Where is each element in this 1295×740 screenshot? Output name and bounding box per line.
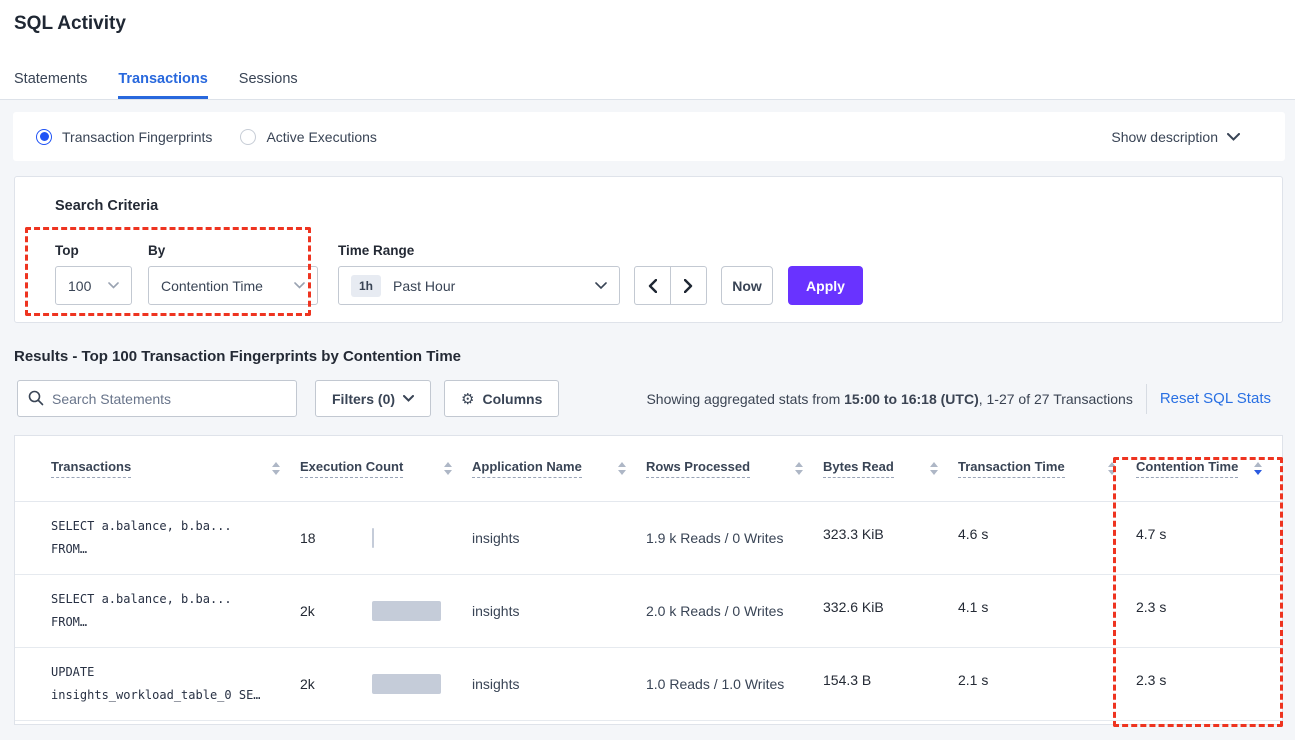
by-label: By [148, 243, 318, 258]
chevron-down-icon [1227, 133, 1240, 141]
results-heading: Results - Top 100 Transaction Fingerprin… [14, 348, 1295, 365]
filters-button[interactable]: Filters (0) [315, 380, 431, 417]
time-range-stepper [634, 266, 707, 305]
application-name-value: insights [472, 501, 646, 574]
execution-count-value: 2k [300, 603, 372, 619]
rows-processed-value: 1.9 k Reads / 0 Writes [646, 501, 823, 574]
time-range-value: Past Hour [393, 278, 455, 294]
prev-time-button[interactable] [634, 266, 671, 305]
results-controls: Filters (0) ⚙ Columns Showing aggregated… [17, 380, 1283, 417]
now-button[interactable]: Now [721, 266, 773, 305]
sort-icon[interactable] [1108, 462, 1116, 475]
contention-time-value: 2.3 s [1136, 672, 1274, 688]
execution-count-bar [372, 601, 482, 621]
sort-icon[interactable] [272, 462, 280, 475]
apply-button[interactable]: Apply [788, 266, 863, 305]
sort-icon[interactable] [930, 462, 938, 475]
execution-count-bar [372, 674, 482, 694]
table-row[interactable]: UPDATEinsights_workload_table_0 SE… 2k i… [15, 647, 1282, 720]
contention-time-value: 4.7 s [1136, 526, 1274, 542]
col-header-rows-processed[interactable]: Rows Processed [646, 436, 823, 501]
transaction-fingerprint-link[interactable]: SELECT a.balance, b.ba...FROM… [51, 588, 292, 632]
transactions-table-card: Transactions Execution Count Application… [14, 435, 1283, 725]
time-range-badge: 1h [351, 275, 381, 297]
chevron-down-icon [294, 282, 305, 289]
radio-unselected-icon[interactable] [240, 129, 256, 145]
col-header-bytes-read[interactable]: Bytes Read [823, 436, 958, 501]
next-time-button[interactable] [670, 266, 707, 305]
application-name-value: insights [472, 574, 646, 647]
chevron-down-icon [403, 395, 414, 402]
divider [1146, 384, 1147, 414]
filters-label: Filters (0) [332, 391, 395, 407]
sort-icon[interactable] [618, 462, 626, 475]
bytes-read-value: 154.3 B [823, 672, 950, 688]
by-select[interactable]: Contention Time [148, 266, 318, 305]
time-range-label: Time Range [338, 243, 620, 258]
col-header-transaction-time[interactable]: Transaction Time [958, 436, 1136, 501]
transaction-time-value: 4.6 s [958, 526, 1128, 542]
search-criteria-card: Search Criteria Top 100 By Contention Ti… [14, 176, 1283, 323]
show-description-label: Show description [1111, 129, 1218, 145]
top-label: Top [55, 243, 132, 258]
time-range-select[interactable]: 1h Past Hour [338, 266, 620, 305]
radio-transaction-fingerprints[interactable]: Transaction Fingerprints [36, 129, 212, 145]
search-statements-input[interactable] [17, 380, 297, 417]
chevron-right-icon [684, 279, 693, 293]
transaction-time-value: 2.1 s [958, 672, 1128, 688]
table-row[interactable]: SELECT a.balance, b.ba...FROM… 18 insigh… [15, 501, 1282, 574]
tab-bar: Statements Transactions Sessions [14, 71, 298, 99]
execution-count-bar [372, 528, 482, 548]
col-header-application-name[interactable]: Application Name [472, 436, 646, 501]
sort-icon[interactable] [795, 462, 803, 475]
columns-button[interactable]: ⚙ Columns [444, 380, 559, 417]
application-name-value: insights [472, 647, 646, 720]
tab-transactions[interactable]: Transactions [118, 71, 207, 99]
sort-icon[interactable] [444, 462, 452, 475]
by-select-value: Contention Time [161, 278, 263, 294]
contention-time-value: 2.3 s [1136, 599, 1274, 615]
tab-statements[interactable]: Statements [14, 71, 87, 99]
col-header-contention-time[interactable]: Contention Time [1136, 436, 1282, 501]
transaction-fingerprint-link[interactable]: UPDATEinsights_workload_table_0 SE… [51, 661, 292, 705]
bytes-read-value: 332.6 KiB [823, 599, 950, 615]
table-header-row: Transactions Execution Count Application… [15, 436, 1282, 501]
chevron-down-icon [108, 282, 119, 289]
radio-selected-icon[interactable] [36, 129, 52, 145]
rows-processed-value: 2.0 k Reads / 0 Writes [646, 574, 823, 647]
time-range-field: Time Range 1h Past Hour [338, 243, 620, 305]
by-field: By Contention Time [148, 243, 318, 305]
radio-label: Transaction Fingerprints [62, 129, 212, 145]
page-title: SQL Activity [14, 13, 1295, 35]
execution-count-value: 2k [300, 676, 372, 692]
top-field: Top 100 [55, 243, 132, 305]
rows-processed-value: 1.0 Reads / 1.0 Writes [646, 647, 823, 720]
gear-icon: ⚙ [461, 390, 474, 408]
transactions-table: Transactions Execution Count Application… [15, 436, 1282, 721]
col-header-execution-count[interactable]: Execution Count [300, 436, 472, 501]
col-header-transactions[interactable]: Transactions [15, 436, 300, 501]
radio-active-executions[interactable]: Active Executions [240, 129, 377, 145]
top-select[interactable]: 100 [55, 266, 132, 305]
transaction-fingerprint-link[interactable]: SELECT a.balance, b.ba...FROM… [51, 515, 292, 559]
search-criteria-title: Search Criteria [55, 198, 1282, 214]
radio-label: Active Executions [266, 129, 377, 145]
show-description-toggle[interactable]: Show description [1111, 129, 1240, 145]
aggregated-stats-text: Showing aggregated stats from 15:00 to 1… [646, 391, 1132, 407]
columns-label: Columns [482, 391, 542, 407]
chevron-down-icon [595, 282, 607, 290]
view-toggle-bar: Transaction Fingerprints Active Executio… [13, 112, 1285, 161]
transaction-time-value: 4.1 s [958, 599, 1128, 615]
table-row[interactable]: SELECT a.balance, b.ba...FROM… 2k insigh… [15, 574, 1282, 647]
search-icon [28, 390, 44, 406]
bytes-read-value: 323.3 KiB [823, 526, 950, 542]
chevron-left-icon [648, 279, 657, 293]
sort-icon[interactable] [1254, 462, 1262, 475]
page-header: SQL Activity Statements Transactions Ses… [0, 0, 1295, 100]
tab-sessions[interactable]: Sessions [239, 71, 298, 99]
top-select-value: 100 [68, 278, 91, 294]
reset-sql-stats-link[interactable]: Reset SQL Stats [1160, 390, 1271, 407]
execution-count-value: 18 [300, 530, 372, 546]
